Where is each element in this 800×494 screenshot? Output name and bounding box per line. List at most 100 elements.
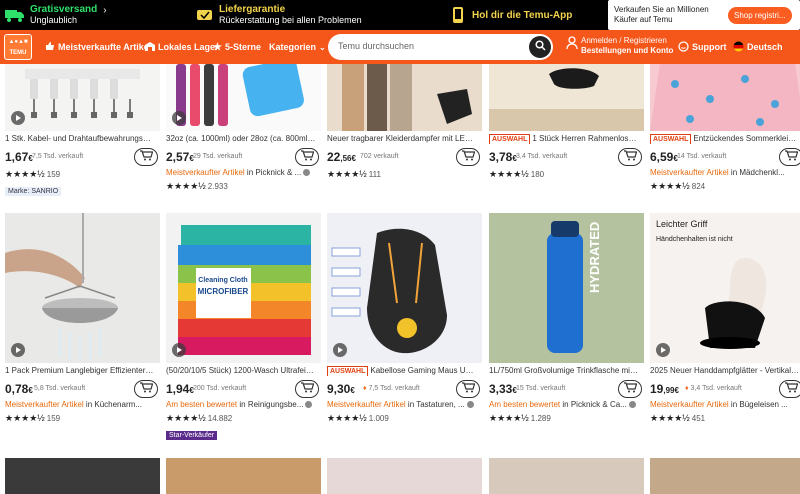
add-to-cart-button[interactable] [295,380,319,398]
nav-support[interactable]: Support [678,30,727,64]
product-image[interactable] [489,458,644,494]
category-rank[interactable]: Am besten bewertet in Picknick & Ca... [489,399,639,410]
product-card[interactable]: Neuer tragbarer Kleiderdampfer mit LED-D… [327,64,482,180]
nav-bestsellers[interactable]: Meistverkaufte Artikel [45,30,151,64]
category-rank[interactable]: Am besten bewertet in Reinigungsbe... [166,399,316,410]
product-title-text: Entzückendes Sommerkleid für... [693,134,800,143]
product-title: 32oz (ca. 1000ml) oder 28oz (ca. 800ml) … [166,134,316,144]
category-rank[interactable]: Meistverkaufter Artikel in Picknick & ..… [166,167,316,178]
product-image[interactable] [5,458,160,494]
product-image[interactable]: Leichter Griff Händchenhalten ist nicht [650,213,800,363]
rank-label: Meistverkaufter Artikel [327,400,406,409]
product-card[interactable]: AUSWAHL Kabellose Gaming Maus USB ... 9,3… [327,213,482,424]
promo-free-shipping[interactable]: Gratisversand Unglaublich › [4,0,107,30]
product-title: AUSWAHL Kabellose Gaming Maus USB ... [327,366,477,376]
product-card[interactable]: HYDRATED 1L/750ml Großvolumige Trinkflas… [489,213,644,424]
add-to-cart-button[interactable] [456,380,480,398]
choice-badge: AUSWAHL [327,366,369,376]
nav-local-warehouse-label: Lokales Lager [158,42,219,52]
product-title-text: 1 Stk. Kabel- und Drahtaufbewahrungsbox … [5,134,155,143]
product-image[interactable]: Cleaning Cloth MICROFIBER [166,213,321,363]
product-price: 19,99€ [650,382,679,396]
sold-count: 14 Tsd. verkauft [677,153,727,160]
product-image[interactable] [166,64,321,131]
product-image[interactable] [489,64,644,131]
add-to-cart-button[interactable] [456,148,480,166]
image-headline: Leichter Griff [656,219,708,229]
promo-free-shipping-sub: Unglaublich [30,15,78,25]
video-play-icon[interactable] [11,343,25,357]
add-to-cart-button[interactable] [134,380,158,398]
sold-count: 200 Tsd. verkauft [193,385,247,392]
delivery-van-icon [196,7,214,23]
video-play-icon[interactable] [172,111,186,125]
nav-local-warehouse[interactable]: Lokales Lager [145,30,219,64]
product-card[interactable] [650,458,800,494]
temu-logo[interactable]: ▲●▲■ TEMU [4,34,32,60]
review-count: 2.933 [207,182,228,191]
add-to-cart-button[interactable] [134,148,158,166]
video-play-icon[interactable] [656,343,670,357]
product-card[interactable]: AUSWAHL Entzückendes Sommerkleid für... 6… [650,64,800,192]
product-image[interactable] [650,64,800,131]
product-card[interactable] [166,458,321,494]
product-image[interactable] [650,458,800,494]
product-image[interactable] [327,213,482,363]
product-card[interactable]: 1 Pack Premium Langlebiger Effizienter E… [5,213,160,424]
nav-categories[interactable]: Kategorien ⌄ [269,30,326,64]
product-title-text: Neuer tragbarer Kleiderdampfer mit LED-D… [327,134,477,143]
currency: € [351,154,356,163]
product-image[interactable] [327,64,482,131]
review-count: 1.289 [530,414,551,423]
product-card[interactable]: AUSWAHL1 Stück Herren Rahmenlose De... 3… [489,64,644,180]
bottle-label: HYDRATED [587,222,602,293]
video-play-icon[interactable] [172,343,186,357]
product-card[interactable] [489,458,644,494]
product-card[interactable]: Leichter Griff Händchenhalten ist nicht … [650,213,800,424]
add-to-cart-button[interactable] [618,380,642,398]
brand-tag[interactable]: Marke: SANRIO [5,187,62,196]
product-card[interactable]: 32oz (ca. 1000ml) oder 28oz (ca. 800ml) … [166,64,321,192]
category-rank[interactable]: Meistverkaufter Artikel in Mädchenkl... [650,167,800,178]
cable-organizer-image [25,69,140,118]
rank-label: Meistverkaufter Artikel [650,400,729,409]
info-icon [628,401,636,409]
nav-five-stars[interactable]: ★ 5-Sterne [213,30,261,64]
product-card[interactable]: Cleaning Cloth MICROFIBER (50/20/10/5 St… [166,213,321,442]
product-price: 3,78€ [489,150,517,164]
product-card[interactable] [5,458,160,494]
category-rank[interactable]: Meistverkaufter Artikel in Tastaturen, .… [327,399,477,410]
category-rank[interactable]: Meistverkaufter Artikel in Küchenarm... [5,399,155,410]
promo-delivery-guarantee[interactable]: Liefergarantie Rückerstattung bei allen … [196,0,362,30]
package-label-line1: Cleaning Cloth [198,277,247,284]
rating: ★★★★½ 824 [650,180,800,192]
star-seller-tag[interactable]: Star-Verkäufer [166,431,218,440]
product-price: 22,56€ [327,150,356,164]
product-image[interactable] [5,213,160,363]
product-image[interactable] [5,64,160,131]
product-image[interactable]: HYDRATED [489,213,644,363]
search-input[interactable] [338,41,518,51]
search-button[interactable] [529,36,551,58]
add-to-cart-button[interactable] [779,380,800,398]
product-card[interactable] [327,458,482,494]
nav-bestsellers-label: Meistverkaufte Artikel [58,42,152,52]
product-image[interactable] [166,458,321,494]
add-to-cart-button[interactable] [779,148,800,166]
nav-language[interactable]: Deutsch [733,30,783,64]
add-to-cart-button[interactable] [295,148,319,166]
video-play-icon[interactable] [333,343,347,357]
video-play-icon[interactable] [11,111,25,125]
price-decimals: ,99 [663,386,675,395]
register-shop-button[interactable]: Shop registri... [728,6,792,24]
seller-banner: Verkaufen Sie an Millionen Käufer auf Te… [608,0,800,30]
promo-free-shipping-title: Gratisversand [30,4,98,15]
account-menu[interactable]: Anmelden / Registrieren Bestellungen und… [566,36,673,56]
sold-count-text: 3,4 Tsd. verkauft [690,385,742,392]
add-to-cart-button[interactable] [618,148,642,166]
summer-dress-image [650,64,800,131]
product-image[interactable] [327,458,482,494]
promo-app[interactable]: Hol dir die Temu-App [452,0,572,30]
category-rank[interactable]: Meistverkaufter Artikel in Bügeleisen ..… [650,399,800,410]
product-card[interactable]: 1 Stk. Kabel- und Drahtaufbewahrungsbox … [5,64,160,198]
